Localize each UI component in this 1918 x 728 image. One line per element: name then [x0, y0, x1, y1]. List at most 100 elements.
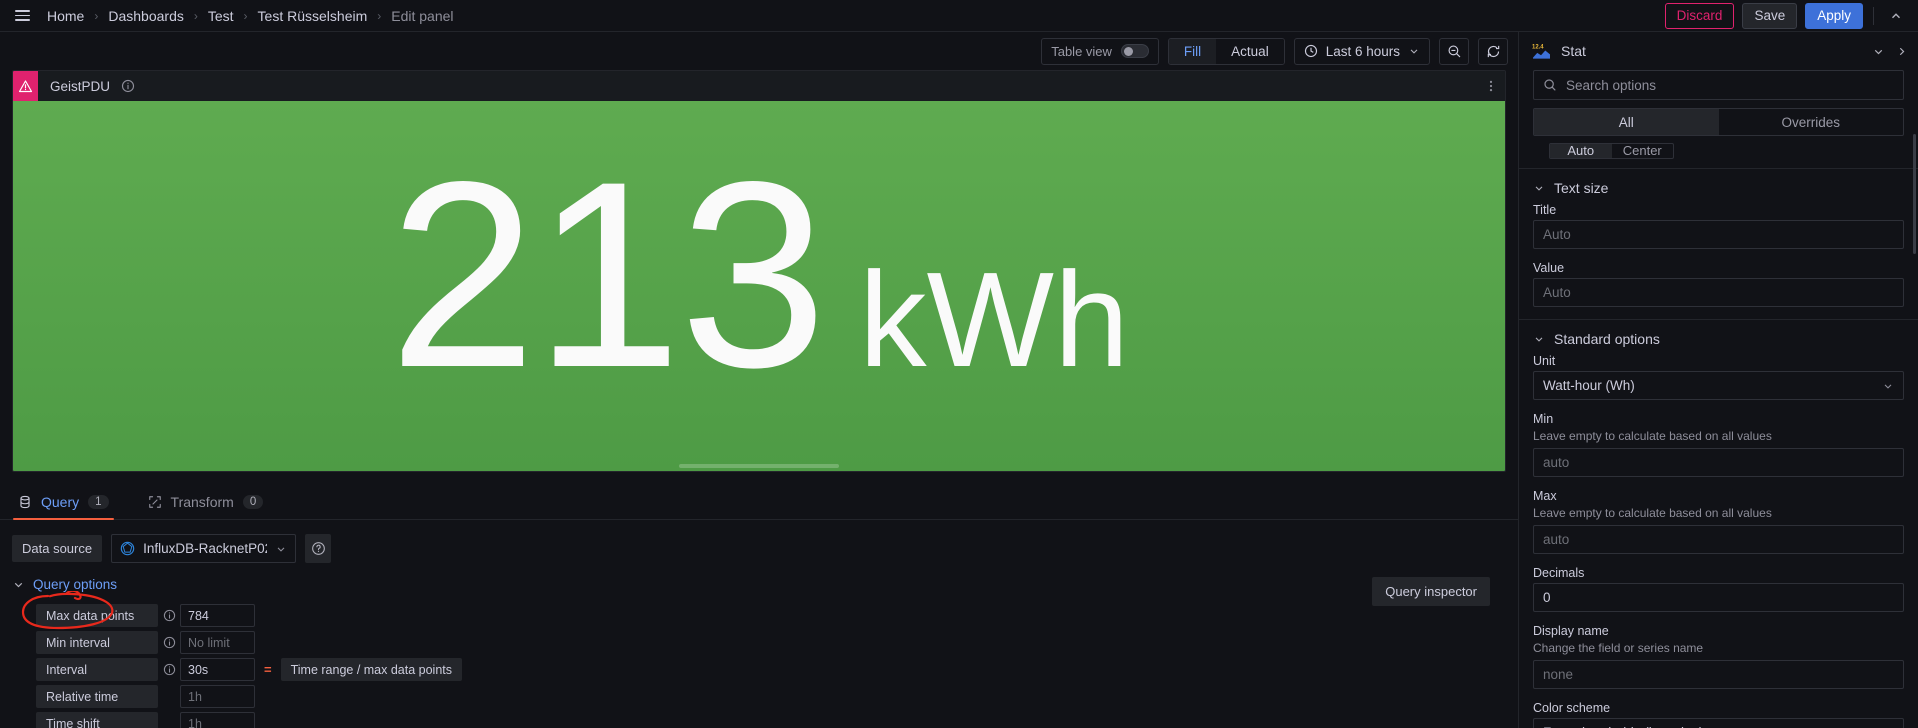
query-inspector-button[interactable]: Query inspector [1372, 577, 1490, 606]
fill-button[interactable]: Fill [1168, 38, 1217, 64]
table-view-label: Table view [1051, 43, 1112, 59]
chevron-down-icon [275, 543, 287, 555]
tab-all[interactable]: All [1534, 109, 1719, 135]
breadcrumb-item-dashboards[interactable]: Dashboards [107, 8, 185, 24]
alignment-auto-button[interactable]: Auto [1550, 144, 1612, 158]
query-option-relative-time: Relative time [36, 685, 1506, 708]
time-range-picker[interactable]: Last 6 hours [1293, 37, 1430, 65]
stat-panel: GeistPDU 213 kWh [12, 70, 1506, 472]
visualization-picker[interactable]: 12.4 Stat [1519, 32, 1918, 70]
visualization-name: Stat [1561, 43, 1586, 59]
decimals-input[interactable] [1533, 583, 1904, 612]
chevron-up-icon[interactable] [1884, 5, 1908, 27]
panel-title[interactable]: GeistPDU [50, 79, 110, 94]
field-display-name: Display name Change the field or series … [1533, 624, 1904, 689]
actual-button[interactable]: Actual [1216, 38, 1284, 64]
section-header-standard-options[interactable]: Standard options [1533, 320, 1904, 354]
field-label-title: Title [1533, 203, 1557, 217]
value-size-input[interactable] [1533, 278, 1904, 307]
alignment-center-button[interactable]: Center [1612, 144, 1674, 158]
min-interval-input[interactable] [180, 631, 255, 654]
field-value-size: Value [1533, 261, 1904, 307]
display-name-input[interactable] [1533, 660, 1904, 689]
chevron-right-icon[interactable] [1895, 45, 1908, 58]
unit-select[interactable]: Watt-hour (Wh) [1533, 371, 1904, 400]
breadcrumb-item-test[interactable]: Test [207, 8, 235, 24]
chevron-down-icon [1533, 333, 1545, 345]
field-unit: Unit Watt-hour (Wh) [1533, 354, 1904, 400]
stat-value: 213 [388, 127, 827, 424]
query-options-title: Query options [33, 577, 118, 592]
time-range-label: Last 6 hours [1325, 43, 1400, 59]
panel-toolbar-controls: Table view Fill Actual Last 6 hours [1041, 37, 1508, 65]
chevron-down-icon[interactable] [1872, 45, 1885, 58]
field-desc-max: Leave empty to calculate based on all va… [1533, 506, 1772, 520]
max-input[interactable] [1533, 525, 1904, 554]
toggle-knob [1123, 46, 1133, 56]
save-button[interactable]: Save [1742, 2, 1798, 29]
datasource-label: Data source [12, 535, 103, 562]
panel-resize-handle[interactable] [679, 464, 839, 468]
info-circle-icon[interactable] [158, 609, 180, 622]
stat-panel-wrapper: GeistPDU 213 kWh [0, 70, 1518, 472]
apply-button[interactable]: Apply [1805, 2, 1863, 29]
breadcrumb-item-edit-panel: Edit panel [391, 7, 454, 24]
field-label-value: Value [1533, 261, 1565, 275]
field-color-scheme: Color scheme From thresholds (by value) [1533, 701, 1904, 728]
query-option-time-shift: Time shift [36, 712, 1506, 728]
info-circle-icon[interactable] [121, 79, 135, 93]
breadcrumb-item-home[interactable]: Home [46, 8, 85, 24]
tab-transform[interactable]: Transform 0 [148, 494, 277, 519]
interval-label: Interval [36, 658, 158, 681]
search-options-input[interactable] [1566, 77, 1894, 93]
field-label-unit: Unit [1533, 354, 1556, 368]
tab-query-badge: 1 [88, 495, 109, 509]
datasource-help-button[interactable] [305, 534, 332, 563]
search-options-box[interactable] [1533, 70, 1904, 100]
title-size-input[interactable] [1533, 220, 1904, 249]
interval-formula: Time range / max data points [280, 658, 463, 681]
tab-overrides[interactable]: Overrides [1719, 109, 1904, 135]
stat-unit: kWh [859, 244, 1130, 396]
options-filter-tabs: All Overrides [1533, 108, 1904, 136]
relative-time-input[interactable] [180, 685, 255, 708]
min-input[interactable] [1533, 448, 1904, 477]
options-scroll-area: All Overrides Auto Center Text size Titl [1519, 70, 1918, 728]
time-shift-input[interactable] [180, 712, 255, 728]
breadcrumb-item-test-russelsheim[interactable]: Test Rüsselsheim [257, 8, 369, 24]
section-header-text-size[interactable]: Text size [1533, 169, 1904, 203]
info-circle-icon[interactable] [158, 663, 180, 676]
datasource-picker[interactable]: InfluxDB-RacknetP02 [111, 534, 297, 563]
panel-kebab-menu-icon[interactable] [1477, 71, 1505, 101]
warning-triangle-icon[interactable] [13, 71, 38, 101]
discard-button[interactable]: Discard [1664, 2, 1735, 29]
table-view-switch[interactable] [1120, 44, 1149, 58]
field-label-max: Max [1533, 489, 1557, 503]
options-scrollbar[interactable] [1913, 134, 1916, 254]
query-options-container: Query inspector Query options Max data p… [12, 577, 1506, 728]
relative-time-label: Relative time [36, 685, 158, 708]
breadcrumb: Home › Dashboards › Test › Test Rüsselsh… [46, 8, 455, 24]
max-data-points-input[interactable] [180, 604, 255, 627]
tab-transform-badge: 0 [242, 495, 264, 509]
field-label-decimals: Decimals [1533, 566, 1585, 580]
field-title-size: Title [1533, 203, 1904, 249]
info-circle-icon[interactable] [158, 636, 180, 649]
nav-divider [1873, 6, 1874, 25]
zoom-out-time-range-button[interactable] [1439, 37, 1469, 65]
field-label-color-scheme: Color scheme [1533, 701, 1611, 715]
panel-toolbar: Table view Fill Actual Last 6 hours [0, 32, 1518, 70]
panel-header: GeistPDU [13, 71, 1505, 101]
breadcrumb-separator-icon: › [193, 8, 198, 23]
table-view-toggle[interactable]: Table view [1041, 37, 1159, 65]
tab-query[interactable]: Query 1 [13, 494, 122, 520]
tab-query-label: Query [41, 494, 80, 510]
stat-panel-value-area: 213 kWh [13, 101, 1505, 471]
chevron-down-icon [1408, 45, 1420, 57]
tab-transform-label: Transform [170, 494, 234, 510]
query-options-header[interactable]: Query options [12, 577, 1506, 592]
refresh-dashboard-button[interactable] [1478, 37, 1508, 65]
color-scheme-select[interactable]: From thresholds (by value) [1533, 718, 1904, 728]
edit-panel-body: Table view Fill Actual Last 6 hours Geis… [0, 32, 1918, 728]
hamburger-menu-icon[interactable] [8, 4, 36, 28]
